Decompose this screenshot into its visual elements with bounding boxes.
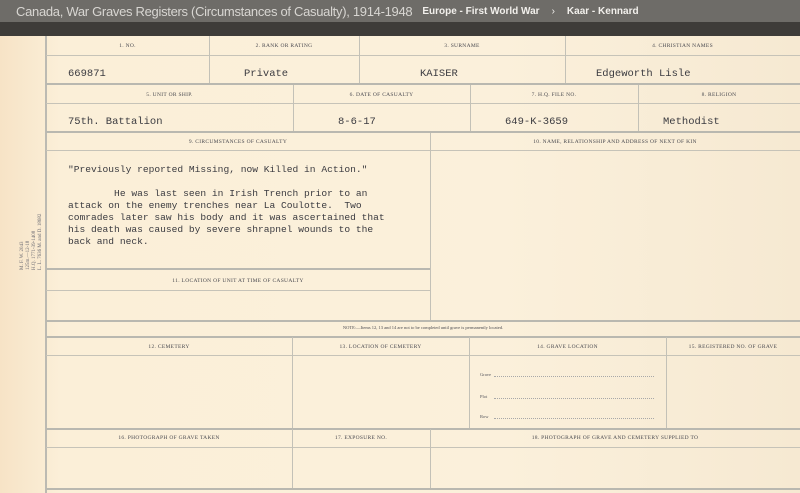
divider (46, 131, 800, 133)
divider (46, 428, 800, 430)
label-next-of-kin: 10. NAME, RELATIONSHIP AND ADDRESS OF NE… (533, 139, 697, 145)
divider (46, 103, 800, 104)
value-rank: Private (244, 68, 289, 80)
left-border (45, 36, 47, 493)
breadcrumb-chevron-icon: › (551, 5, 555, 17)
divider (46, 488, 800, 490)
label-cemetery: 12. CEMETERY (148, 344, 190, 350)
divider (46, 83, 800, 85)
divider (46, 355, 800, 356)
value-date: 8-6-17 (338, 116, 376, 128)
label-registered-no: 15. REGISTERED NO. OF GRAVE (688, 344, 778, 350)
field-grave: Grave (480, 372, 491, 377)
value-file-no: 649-K-3659 (505, 116, 569, 128)
label-location-of-cemetery: 13. LOCATION OF CEMETERY (339, 344, 422, 350)
divider (469, 337, 470, 428)
label-grave-location: 14. GRAVE LOCATION (537, 344, 598, 350)
label-photograph-supplied-to: 18. PHOTOGRAPH OF GRAVE AND CEMETERY SUP… (531, 435, 699, 441)
label-exposure-no: 17. EXPOSURE NO. (334, 435, 388, 441)
divider (46, 447, 800, 448)
divider (46, 320, 800, 322)
label-photograph-taken: 16. PHOTOGRAPH OF GRAVE TAKEN (118, 435, 220, 441)
circumstances-text: "Previously reported Missing, now Killed… (68, 164, 385, 247)
dotted-line (494, 376, 654, 377)
divider (46, 55, 800, 56)
value-no: 669871 (68, 68, 106, 80)
divider (46, 290, 430, 291)
value-surname: KAISER (420, 68, 458, 80)
field-row: Row (480, 414, 489, 419)
value-religion: Methodist (663, 116, 720, 128)
divider (292, 337, 293, 428)
top-bar: Canada, War Graves Registers (Circumstan… (0, 0, 800, 22)
value-unit: 75th. Battalion (68, 116, 163, 128)
divider (46, 150, 800, 151)
breadcrumb-kaar-kennard[interactable]: Kaar - Kennard (567, 6, 639, 17)
field-plot: Plot (480, 394, 488, 399)
label-unit: 5. UNIT OR SHIP. (146, 92, 193, 98)
label-date: 6. DATE OF CASUALTY (349, 92, 414, 98)
label-surname: 3. SURNAME (444, 43, 480, 49)
note-text: NOTE:—Items 12, 13 and 14 are not to be … (342, 325, 504, 330)
dotted-line (494, 418, 654, 419)
label-christian-names: 4. CHRISTIAN NAMES (652, 43, 713, 49)
divider (430, 133, 431, 320)
divider (666, 337, 667, 428)
collection-title: Canada, War Graves Registers (Circumstan… (16, 3, 413, 19)
print-code: M. F. W. 2043 125m.—12-18 H.Q. 1771-39-1… (20, 213, 43, 270)
toolbar-strip (0, 22, 800, 36)
divider (46, 336, 800, 338)
label-location-of-unit: 11. LOCATION OF UNIT AT TIME OF CASUALTY (172, 278, 304, 284)
label-no: 1. NO. (119, 43, 136, 49)
label-circumstances: 9. CIRCUMSTANCES OF CASUALTY (188, 139, 288, 145)
divider (46, 268, 430, 270)
label-rank: 2. RANK OR RATING (255, 43, 313, 49)
breadcrumb-europe[interactable]: Europe - First World War (422, 6, 539, 17)
label-religion: 8. RELIGION (701, 92, 737, 98)
value-christian-names: Edgeworth Lisle (596, 68, 691, 80)
dotted-line (494, 398, 654, 399)
label-file-no: 7. H.Q. FILE NO. (531, 92, 577, 98)
register-card-image (0, 36, 800, 493)
